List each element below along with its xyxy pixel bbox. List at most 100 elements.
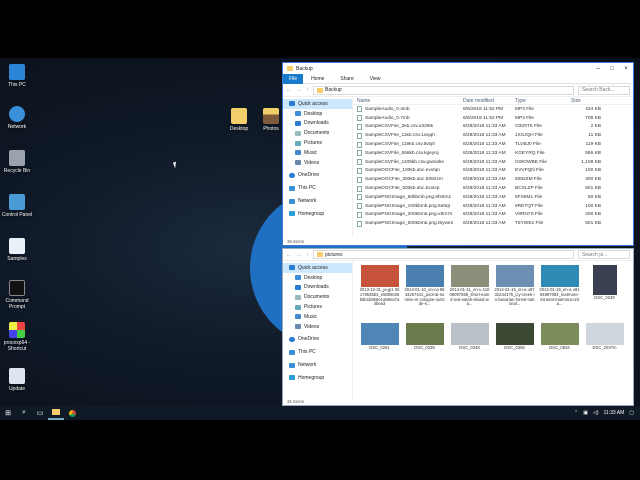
file-row[interactable]: SamplePNGImage_200kbmb.png.v8rn7s 8/28/20… [353,211,633,220]
thumbnail-item[interactable]: DSC_0358 [494,323,535,370]
nav-item-network[interactable]: Network [283,360,352,370]
file-icon [357,211,362,218]
file-row[interactable]: SampleCSVFile_119kb.csv.tlvbj0 8/28/2018 … [353,140,633,149]
forward-arrow-icon[interactable]: → [296,252,302,258]
folder-icon [263,108,279,124]
tab-home[interactable]: Home [303,76,332,82]
file-row[interactable]: SampleCSVFile_2kb.csv.o329tk 8/28/2018 11… [353,123,633,132]
file-date: 8/28/2018 11:33 AM [463,142,506,148]
desktop-icon-recycle-bin[interactable]: Recycle Bin [0,150,34,174]
file-type: TLVBJ0 File [515,142,541,148]
nav-item-videos[interactable]: Videos [283,158,352,168]
nav-item-documents[interactable]: Documents [283,128,352,138]
nav-item-desktop[interactable]: Desktop [283,109,352,119]
volume-icon[interactable]: ◁) [593,410,599,416]
desktop-icon-control-panel[interactable]: Control Panel [0,194,34,218]
desktop-icon-command-prompt[interactable]: Command Prompt [0,280,34,310]
desktop-icon-label: This PC [8,82,26,88]
desktop-icon-desktop-folder[interactable]: Desktop [222,108,256,132]
file-row[interactable]: SampleDOCFile_100kb.doc.evvfqn 8/28/2018 … [353,167,633,176]
file-row[interactable]: SampleDOCFile_300kb.doc.5082zm 8/28/2018 … [353,175,633,184]
notifications-icon[interactable]: ▢ [629,410,634,416]
forward-arrow-icon[interactable]: → [296,87,302,93]
column-date[interactable]: Date modified [463,98,515,104]
thumbnail-item[interactable]: DSC_0834 [539,323,580,370]
nav-item-pictures[interactable]: Pictures [283,138,352,148]
thumbnail-item[interactable]: 2014-01-16_en-a u9194987084_marmore-mine… [539,265,580,320]
file-row[interactable]: SamplePNGImage_100kbmb.png.6ettqt 8/28/20… [353,202,633,211]
column-size[interactable]: Size [567,98,607,104]
task-view-icon[interactable]: ▭ [32,406,48,420]
file-row[interactable]: SampleAudio_0.7mb 6/6/2018 11:52 PM MP3 Fi… [353,114,633,123]
file-row[interactable]: SamplePNGImage_500kbmb.png.t5ywe2 8/28/20… [353,219,633,228]
up-arrow-icon[interactable]: ↑ [306,87,309,93]
nav-item-videos[interactable]: Videos [283,322,352,332]
thumbnail-item[interactable]: 2014-01-10_en-ca 8643257441_pool-at-sunr… [404,265,445,320]
nav-item-this-pc[interactable]: This PC [283,183,352,193]
thumbnail-item[interactable]: 2014-01-11_en-u s1008097559_short-eared-… [449,265,490,320]
procexp-icon [9,322,25,338]
thumbnail-item[interactable]: DSC_0249 [584,265,625,320]
file-row[interactable]: SampleCSVFile_1109kb.csv.gwowbe 8/28/2018… [353,158,633,167]
address-bar[interactable]: Backup [313,85,574,95]
nav-item-quick-access[interactable]: Quick access [283,99,352,109]
nav-item-quick-access[interactable]: Quick access [283,263,352,273]
search-icon[interactable]: ⌕ [16,406,32,420]
nav-item-onedrive[interactable]: OneDrive [283,335,352,345]
tab-file[interactable]: File [283,73,304,84]
file-row[interactable]: SampleCSVFile_11kb.csv.1xsjqh 8/28/2018 1… [353,131,633,140]
desktop-icon-update[interactable]: Update [0,368,34,392]
thumbnail-item[interactable]: 2014-01-15_en-a u9732244175_icy-creek-in… [494,265,535,320]
search-input[interactable]: Search pi... [578,250,630,259]
desktop-icon-network[interactable]: Network [0,106,34,130]
file-row[interactable]: SampleDOCFile_500kb.doc.bcxlzp 8/28/2018 … [353,184,633,193]
music-icon [295,314,301,320]
nav-item-homegroup[interactable]: Homegroup [283,209,352,219]
chrome-icon[interactable] [64,406,80,420]
nav-item-desktop[interactable]: Desktop [283,273,352,283]
desktop-icon-samples[interactable]: Samples [0,238,34,262]
nav-item-downloads[interactable]: Downloads [283,283,352,293]
nav-item-music[interactable]: Music [283,312,352,322]
thumbnail-item[interactable]: 2013-12-31_ja-jp1 06179535b4_e5808c65b6b… [359,265,400,320]
start-button[interactable]: ⊞ [0,406,16,420]
file-row[interactable]: SamplePNGImage_50kbmb.png.6fs6m1 8/28/201… [353,193,633,202]
desktop-icon-this-pc[interactable]: This PC [0,64,34,88]
file-explorer-icon[interactable] [48,406,64,420]
maximize-icon[interactable]: □ [605,66,619,72]
file-row[interactable]: SampleAudio_0.4mb 6/6/2018 11:52 PM MP3 Fi… [353,105,633,114]
ribbon-tabs: File Home Share View [283,73,633,84]
search-input[interactable]: Search Back... [578,85,630,95]
nav-item-homegroup[interactable]: Homegroup [283,373,352,383]
nav-item-documents[interactable]: Documents [283,292,352,302]
chevron-up-icon[interactable]: ⌃ [574,410,578,416]
address-bar[interactable]: pictures [313,250,574,259]
nav-item-onedrive[interactable]: OneDrive [283,171,352,181]
nav-item-this-pc[interactable]: This PC [283,347,352,357]
tab-view[interactable]: View [362,76,389,82]
nav-item-downloads[interactable]: Downloads [283,119,352,129]
file-type: EVVFQN File [515,168,544,174]
thumbnail-item[interactable]: DSC_0339 [404,323,445,370]
minimize-icon[interactable]: – [591,66,605,72]
file-row[interactable]: SampleCSVFile_556kb.csv.kgeyrq 8/28/2018 … [353,149,633,158]
clock[interactable]: 11:33 AM [604,410,625,416]
file-date: 6/6/2018 11:52 PM [463,115,504,121]
network-tray-icon[interactable]: ▣ [583,410,588,416]
up-arrow-icon[interactable]: ↑ [306,252,309,258]
nav-item-network[interactable]: Network [283,196,352,206]
desktop-icon-procexp[interactable]: procexp64 - Shortcut [0,322,34,352]
thumbnail-item[interactable]: DSC_2037m [584,323,625,370]
back-arrow-icon[interactable]: ← [286,252,292,258]
tab-share[interactable]: Share [332,76,361,82]
thumbnail-item[interactable]: DSC_0348 [449,323,490,370]
column-type[interactable]: Type [515,98,567,104]
thumbnail-label: DSC_0834 [549,346,570,350]
nav-item-music[interactable]: Music [283,148,352,158]
pictures-window: ← → ↑ pictures Search pi... Quick access… [282,248,634,406]
back-arrow-icon[interactable]: ← [286,87,292,93]
column-name[interactable]: Name [353,98,463,104]
thumbnail-item[interactable]: DSC_0261 [359,323,400,370]
close-icon[interactable]: × [619,66,633,72]
nav-item-pictures[interactable]: Pictures [283,302,352,312]
